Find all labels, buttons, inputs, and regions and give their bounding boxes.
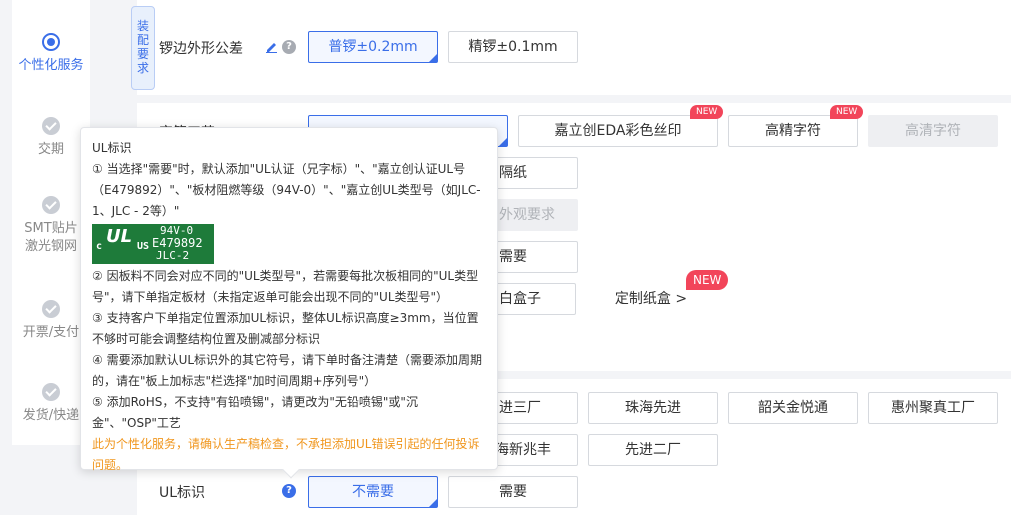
option-text: 外观要求: [499, 207, 555, 223]
step-label: 交期: [37, 142, 64, 157]
tag-char: 装: [136, 19, 149, 33]
tooltip-point-1: ① 当选择"需要"时，默认添加"UL认证（兄字标）"、"嘉立创认证UL号（E47…: [92, 162, 481, 218]
check-icon: [42, 196, 60, 214]
check-icon: [42, 383, 60, 401]
option-text: 进三厂: [499, 400, 541, 416]
step-label-secondary: 激光钢网: [24, 239, 77, 254]
tooltip-point-4: ④ 需要添加默认UL标识外的其它符号，请下单时备注清楚（需要添加周期的，请在"板…: [92, 353, 483, 388]
option-text: 海新兆丰: [495, 442, 551, 458]
step-invoice-payment[interactable]: 开票/支付: [12, 300, 90, 342]
option-normal-routing[interactable]: 普锣±0.2mm: [308, 31, 438, 63]
step-personalized-service[interactable]: 个性化服务: [12, 33, 90, 75]
help-icon[interactable]: ?: [282, 484, 296, 498]
ul-mark-label: UL标识: [159, 485, 206, 501]
tag-char: 要: [136, 47, 149, 61]
option-high-precision-characters[interactable]: 高精字符: [728, 115, 858, 147]
option-hd-characters: 高清字符: [868, 115, 998, 147]
option-text: 隔纸: [499, 165, 527, 181]
step-shipping[interactable]: 发货/快递: [12, 383, 90, 425]
logo-ul: UL: [106, 226, 133, 247]
option-text: 白盒子: [499, 291, 541, 307]
routing-tolerance-label: 锣边外形公差: [159, 41, 243, 57]
step-label: 开票/支付: [22, 325, 80, 340]
option-factory-shaoguan[interactable]: 韶关金悦通: [728, 392, 858, 424]
logo-c: c: [96, 241, 103, 252]
pencil-icon[interactable]: [265, 40, 278, 53]
assembly-requirement-tag: 装 配 要 求: [131, 6, 155, 90]
new-badge: NEW: [830, 105, 864, 119]
step-delivery-time[interactable]: 交期: [12, 117, 90, 159]
step-active-icon: [42, 33, 60, 51]
tooltip-title: UL标识: [92, 141, 132, 155]
option-precision-routing[interactable]: 精锣±0.1mm: [448, 31, 578, 63]
new-badge: NEW: [686, 270, 729, 290]
tag-char: 配: [136, 33, 149, 47]
option-factory-zhuhai[interactable]: 珠海先进: [588, 392, 718, 424]
check-icon: [42, 117, 60, 135]
new-badge: NEW: [690, 105, 724, 119]
step-label: SMT贴片: [24, 221, 78, 236]
option-factory-2[interactable]: 先进二厂: [588, 434, 718, 466]
ul-certification-logo: c UL US 94V-0 E479892 JLC-2: [92, 224, 214, 264]
step-label: 发货/快递: [22, 408, 80, 423]
logo-type-number: JLC-2: [156, 249, 190, 262]
option-eda-color-silkscreen[interactable]: 嘉立创EDA彩色丝印: [518, 115, 718, 147]
option-ul-needed[interactable]: 需要: [448, 476, 578, 508]
option-factory-huizhou[interactable]: 惠州聚真工厂: [868, 392, 998, 424]
tooltip-point-3: ③ 支持客户下单指定位置添加UL标识，整体UL标识高度≥3mm，当位置不够时可能…: [92, 311, 479, 346]
option-text: 需要: [499, 249, 527, 265]
logo-us: US: [137, 241, 150, 252]
tag-char: 求: [136, 61, 149, 75]
tooltip-point-2: ② 因板料不同会对应不同的"UL类型号"，若需要每批次板相同的"UL类型号"，请…: [92, 269, 479, 304]
help-icon[interactable]: ?: [282, 40, 296, 54]
step-smt[interactable]: SMT贴片 激光钢网: [12, 196, 90, 256]
check-icon: [42, 300, 60, 318]
option-ul-not-needed[interactable]: 不需要: [308, 476, 438, 508]
ul-mark-tooltip: UL标识 ① 当选择"需要"时，默认添加"UL认证（兄字标）"、"嘉立创认证UL…: [80, 127, 498, 479]
tooltip-point-5: ⑤ 添加RoHS，不支持"有铅喷锡"，请更改为"无铅喷锡"或"沉金"、"OSP"…: [92, 395, 418, 430]
step-label: 个性化服务: [18, 58, 84, 73]
step-sidebar: 个性化服务 交期 SMT贴片 激光钢网 开票/支付 发货/快递: [12, 0, 90, 445]
